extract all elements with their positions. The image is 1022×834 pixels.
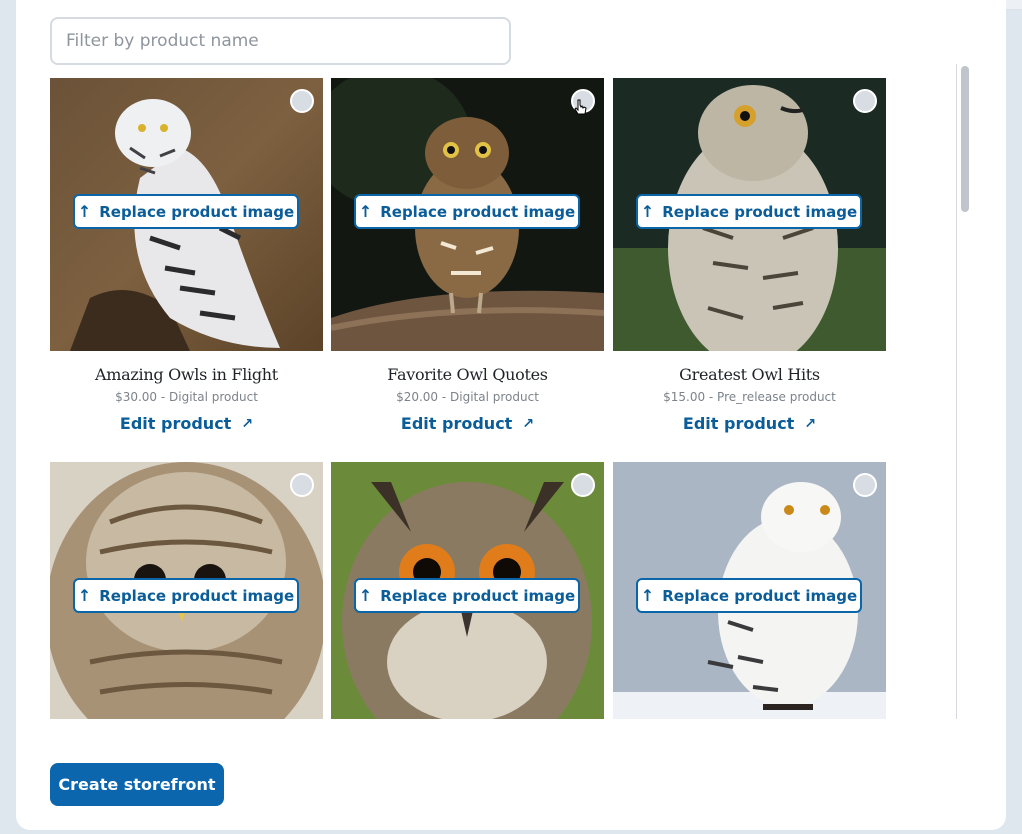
replace-product-image-button[interactable]: ↑ Replace product image	[636, 578, 862, 613]
scrollbar-thumb[interactable]	[961, 66, 969, 212]
product-title: Greatest Owl Hits	[679, 365, 820, 384]
hand-cursor-icon	[574, 99, 587, 115]
arrow-up-icon: ↑	[358, 202, 373, 221]
select-product-checkbox[interactable]	[853, 89, 877, 113]
edit-product-label: Edit product	[400, 414, 513, 433]
select-product-checkbox[interactable]	[853, 473, 877, 497]
edit-product-link[interactable]: Edit product ↗	[683, 414, 816, 433]
select-product-checkbox[interactable]	[571, 473, 595, 497]
arrow-up-icon: ↑	[640, 202, 655, 221]
replace-product-image-button[interactable]: ↑ Replace product image	[354, 194, 580, 229]
replace-product-image-button[interactable]: ↑ Replace product image	[636, 194, 862, 229]
edit-product-label: Edit product	[119, 414, 232, 433]
replace-button-label: Replace product image	[380, 586, 576, 605]
replace-product-image-button[interactable]: ↑ Replace product image	[354, 578, 580, 613]
select-product-checkbox[interactable]	[290, 89, 314, 113]
grid-scrollbar[interactable]	[956, 64, 973, 719]
replace-product-image-button[interactable]: ↑ Replace product image	[73, 194, 299, 229]
edit-product-label: Edit product	[682, 414, 795, 433]
select-product-checkbox[interactable]	[290, 473, 314, 497]
replace-button-label: Replace product image	[662, 202, 858, 221]
product-price: $20.00 - Digital product	[396, 390, 539, 404]
product-filter-input[interactable]	[50, 17, 511, 65]
product-title: Amazing Owls in Flight	[95, 365, 278, 384]
replace-product-image-button[interactable]: ↑ Replace product image	[73, 578, 299, 613]
arrow-up-icon: ↑	[358, 586, 373, 605]
replace-button-label: Replace product image	[380, 202, 576, 221]
edit-product-link[interactable]: Edit product ↗	[401, 414, 534, 433]
replace-button-label: Replace product image	[662, 586, 858, 605]
product-grid: ↑ Replace product image Amazing Owls in …	[50, 78, 930, 719]
external-link-icon: ↗	[522, 415, 535, 432]
arrow-up-icon: ↑	[77, 586, 92, 605]
product-price: $30.00 - Digital product	[115, 390, 258, 404]
create-storefront-button[interactable]: Create storefront	[50, 763, 224, 806]
replace-button-label: Replace product image	[99, 202, 295, 221]
product-price: $15.00 - Pre_release product	[663, 390, 836, 404]
external-link-icon: ↗	[241, 415, 254, 432]
replace-button-label: Replace product image	[99, 586, 295, 605]
product-title: Favorite Owl Quotes	[387, 365, 548, 384]
arrow-up-icon: ↑	[640, 586, 655, 605]
arrow-up-icon: ↑	[77, 202, 92, 221]
external-link-icon: ↗	[804, 415, 817, 432]
edit-product-link[interactable]: Edit product ↗	[120, 414, 253, 433]
